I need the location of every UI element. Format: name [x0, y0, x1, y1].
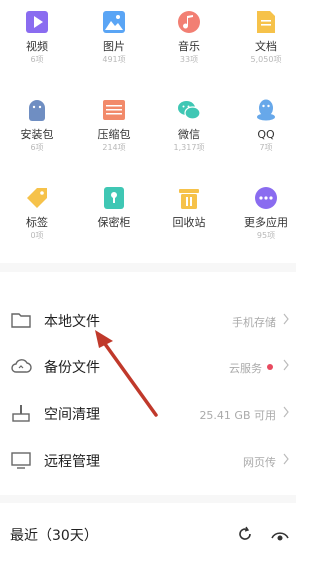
category-count: 7项: [259, 143, 273, 152]
category-label: 回收站: [172, 216, 206, 229]
cloud-icon: [11, 359, 32, 373]
row-label: 空间清理: [44, 407, 100, 423]
chevron-right-icon: [283, 313, 289, 325]
video-icon: [26, 11, 48, 33]
category-count: 95项: [256, 231, 276, 240]
category-count: 5,050项: [250, 55, 282, 64]
category-label: 图片: [103, 40, 125, 53]
recent-title: 最近（30天）: [10, 528, 98, 544]
broom-icon: [12, 405, 30, 422]
monitor-icon: [11, 452, 31, 469]
category-count: 491项: [102, 55, 126, 64]
section-divider: [0, 263, 296, 272]
trash-icon: [179, 189, 199, 209]
row-label: 备份文件: [44, 360, 100, 376]
safe-icon: [104, 187, 124, 209]
eye-icon[interactable]: [270, 526, 290, 542]
row-label: 本地文件: [44, 314, 100, 330]
category-count: 0项: [30, 231, 44, 240]
qq-icon: [257, 99, 275, 121]
category-label: 标签: [26, 216, 48, 229]
row-value: 手机存储: [232, 316, 276, 329]
category-count: 6项: [30, 55, 44, 64]
chevron-right-icon: [283, 406, 289, 418]
row-label: 远程管理: [44, 454, 100, 470]
row-backup-files[interactable]: 备份文件 云服务: [0, 343, 296, 390]
more-icon: [255, 187, 277, 209]
notification-dot: [267, 364, 273, 370]
category-label: 视频: [26, 40, 48, 53]
category-label: 微信: [178, 128, 200, 141]
folder-icon: [11, 313, 31, 328]
category-label: 压缩包: [97, 128, 131, 141]
zip-icon: [103, 100, 125, 120]
category-count: 6项: [30, 143, 44, 152]
music-icon: [178, 11, 200, 33]
section-divider: [0, 495, 296, 503]
category-label: 音乐: [178, 40, 200, 53]
category-count: 33项: [179, 55, 199, 64]
chevron-right-icon: [283, 359, 289, 371]
category-label: QQ: [257, 128, 275, 141]
row-remote-management[interactable]: 远程管理 网页传: [0, 437, 296, 484]
category-label: 保密柜: [97, 216, 131, 229]
category-label: 安装包: [20, 128, 54, 141]
category-count: 1,317项: [173, 143, 205, 152]
refresh-icon[interactable]: [236, 525, 254, 543]
row-value: 网页传: [243, 456, 276, 469]
category-label: 文档: [255, 40, 277, 53]
annotation-arrow: [95, 330, 158, 417]
image-icon: [103, 11, 125, 33]
chevron-right-icon: [283, 453, 289, 465]
category-label: 更多应用: [244, 216, 288, 229]
wechat-icon: [178, 101, 201, 120]
document-icon: [257, 11, 275, 33]
row-value: 25.41 GB 可用: [199, 409, 276, 422]
category-count: 214项: [102, 143, 126, 152]
row-value: 云服务: [229, 362, 262, 375]
row-space-cleanup[interactable]: 空间清理 25.41 GB 可用: [0, 390, 296, 437]
android-icon: [29, 100, 45, 121]
tag-icon: [27, 188, 47, 208]
row-local-files[interactable]: 本地文件 手机存储: [0, 297, 296, 344]
